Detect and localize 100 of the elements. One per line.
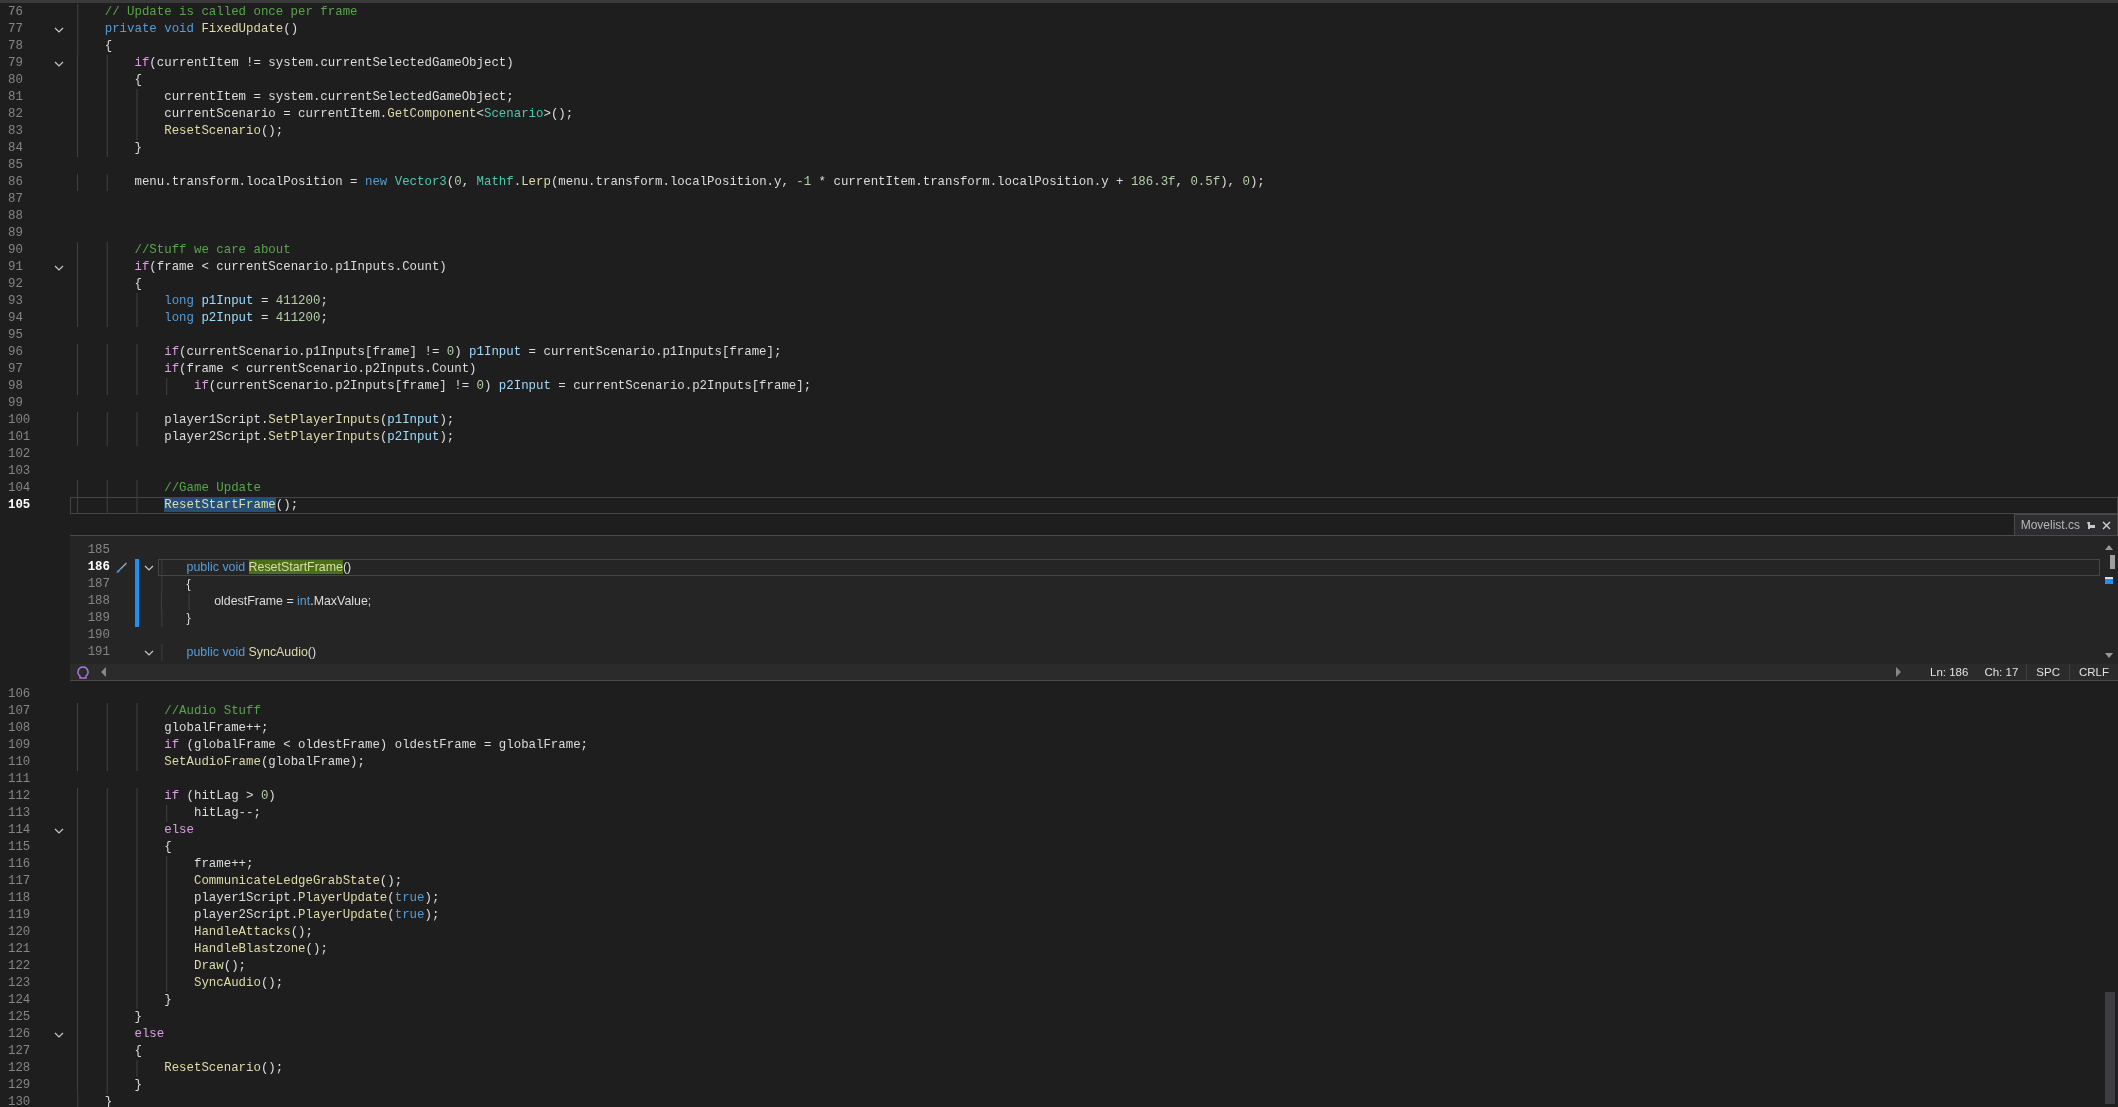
line-number: 188 (86, 593, 110, 610)
code-comment: //Stuff we care about (134, 242, 291, 259)
scroll-right-button[interactable] (1896, 667, 1903, 677)
code-line: hitLag--; (193, 805, 261, 822)
line-number: 120 (7, 924, 32, 941)
line-number: 108 (7, 720, 32, 737)
scroll-up-button[interactable] (2104, 544, 2114, 550)
line-number: 104 (7, 480, 32, 497)
code-line: frame++; (193, 856, 254, 873)
line-number: 77 (7, 21, 24, 38)
line-indicator: Ln: 186 (1929, 665, 1970, 680)
line-ending-button[interactable]: CRLF (2068, 664, 2118, 680)
code-line: HandleBlastzone(); (193, 941, 328, 958)
line-number: 116 (7, 856, 32, 873)
code-line: long p1Input = 411200; (164, 293, 328, 310)
line-number: 81 (7, 89, 24, 106)
code-line: player2Script.PlayerUpdate(true); (193, 907, 440, 924)
code-line: player2Script.SetPlayerInputs(p2Input); (164, 429, 455, 446)
line-number: 91 (7, 259, 24, 276)
code-line: player1Script.PlayerUpdate(true); (193, 890, 440, 907)
fold-chevron-icon[interactable] (54, 60, 64, 67)
line-number: 127 (7, 1043, 32, 1060)
code-comment: //Audio Stuff (164, 703, 261, 720)
fold-chevron-icon[interactable] (54, 1031, 64, 1038)
line-number: 129 (7, 1077, 32, 1094)
line-number: 106 (7, 686, 32, 703)
lightbulb-icon[interactable] (76, 665, 90, 679)
code-line: if(frame < currentScenario.p1Inputs.Count) (134, 259, 447, 276)
line-number: 97 (7, 361, 24, 378)
line-number: 76 (7, 4, 24, 21)
line-number: 186 (86, 559, 110, 576)
line-number: 110 (7, 754, 32, 771)
code-line: player1Script.SetPlayerInputs(p1Input); (164, 412, 455, 429)
line-number: 126 (7, 1026, 32, 1043)
code-line: Draw(); (193, 958, 247, 975)
line-number: 99 (7, 395, 24, 412)
fold-chevron-icon[interactable] (144, 564, 154, 571)
line-number: 115 (7, 839, 32, 856)
scroll-left-button[interactable] (100, 667, 106, 677)
scroll-down-button[interactable] (2104, 653, 2114, 659)
line-number: 96 (7, 344, 24, 361)
fold-chevron-icon[interactable] (144, 649, 154, 656)
code-comment: // Update is called once per frame (104, 4, 358, 21)
line-number: 117 (7, 873, 32, 890)
line-number: 98 (7, 378, 24, 395)
code-line: public void SyncAudio() (186, 644, 317, 661)
indent-mode-button[interactable]: SPC (2026, 664, 2069, 680)
code-line: { (104, 38, 113, 55)
line-number: 90 (7, 242, 24, 259)
line-number: 190 (86, 627, 110, 644)
line-number: 107 (7, 703, 32, 720)
code-line: public void ResetStartFrame() (186, 559, 352, 576)
line-number: 78 (7, 38, 24, 55)
code-line: else (164, 822, 194, 839)
line-number: 95 (7, 327, 24, 344)
code-line: } (104, 1094, 113, 1107)
pin-icon[interactable] (2086, 520, 2096, 530)
line-number: 88 (7, 208, 24, 225)
code-line: SyncAudio(); (193, 975, 284, 992)
line-number: 100 (7, 412, 32, 429)
line-number: 105 (7, 497, 32, 514)
code-line: ResetScenario(); (164, 123, 284, 140)
fold-chevron-icon[interactable] (54, 827, 64, 834)
line-number: 187 (86, 576, 110, 593)
code-line: } (134, 1009, 142, 1026)
position-marker (2105, 579, 2113, 584)
pencil-icon (114, 561, 128, 574)
line-number: 118 (7, 890, 32, 907)
line-number: 189 (86, 610, 110, 627)
line-number: 92 (7, 276, 24, 293)
code-line: { (134, 1043, 142, 1060)
column-indicator: Ch: 17 (1983, 665, 2020, 680)
scrollbar-thumb[interactable] (2105, 992, 2115, 1104)
line-number: 123 (7, 975, 32, 992)
code-line: private void FixedUpdate() (104, 21, 299, 38)
line-number: 82 (7, 106, 24, 123)
scrollbar-thumb[interactable] (2109, 555, 2115, 569)
line-number: 86 (7, 174, 24, 191)
code-line: { (164, 839, 172, 856)
line-number: 130 (7, 1094, 32, 1107)
line-number: 85 (7, 157, 24, 174)
line-number: 121 (7, 941, 32, 958)
code-line: ResetStartFrame(); (164, 497, 299, 514)
line-number: 112 (7, 788, 32, 805)
line-number: 122 (7, 958, 32, 975)
code-line: globalFrame++; (164, 720, 269, 737)
line-number: 101 (7, 429, 32, 446)
line-number: 185 (86, 542, 110, 559)
code-line: menu.transform.localPosition = new Vector3(0, Mathf.Lerp(menu.transform.localPosition.y, -1 * currentItem.transform.localPosition.y + 186.3f, 0.5f), 0); (134, 174, 1265, 191)
line-number: 103 (7, 463, 32, 480)
close-icon[interactable] (2102, 520, 2111, 530)
tab-title: Movelist.cs (2020, 518, 2080, 532)
peek-tab[interactable]: Movelist.cs (2013, 514, 2118, 535)
fold-chevron-icon[interactable] (54, 26, 64, 33)
line-number: 93 (7, 293, 24, 310)
fold-chevron-icon[interactable] (54, 264, 64, 271)
code-line: { (134, 276, 142, 293)
line-number: 111 (7, 771, 32, 788)
code-line: if (globalFrame < oldestFrame) oldestFrame = globalFrame; (164, 737, 589, 754)
code-line: } (134, 1077, 142, 1094)
